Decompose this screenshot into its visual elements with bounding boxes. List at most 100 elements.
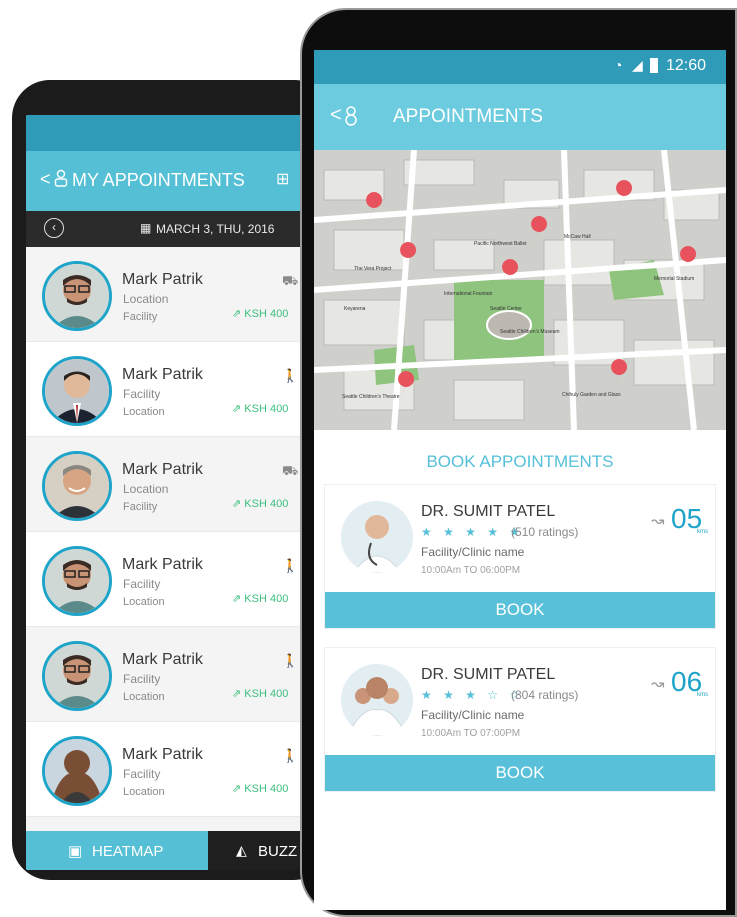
price-label: ⇗ KSH 400 xyxy=(232,498,289,510)
list-item[interactable]: Mark Patrik Facility Location ⇗ KSH 400 … xyxy=(26,722,306,817)
item-line-1: Location xyxy=(123,292,169,306)
map-label: Keyarena xyxy=(344,306,366,312)
bottom-tab-bar: ▣ HEATMAP ◭ BUZZ xyxy=(26,831,306,870)
price-value: KSH 400 xyxy=(244,498,289,510)
price-label: ⇗ KSH 400 xyxy=(232,403,289,415)
map-label: Seattle Center xyxy=(490,306,522,312)
route-icon: ↝ xyxy=(651,513,665,530)
avatar xyxy=(42,356,112,426)
wifi-icon: ◔ xyxy=(614,57,623,73)
price-value: KSH 400 xyxy=(244,593,289,605)
price-label: ⇗ KSH 400 xyxy=(232,308,289,320)
book-button[interactable]: BOOK xyxy=(325,755,715,791)
status-bar: ◔ ◢ 12:60 xyxy=(314,50,726,84)
price-label: ⇗ KSH 400 xyxy=(232,783,289,795)
item-line-1: Facility xyxy=(123,577,161,591)
rating-count: (804 ratings) xyxy=(511,688,579,702)
back-icon[interactable]: < xyxy=(330,104,342,127)
distance-unit: kms xyxy=(697,692,708,698)
map-label: The Vera Project xyxy=(354,266,392,272)
rating-count: (510 ratings) xyxy=(511,525,579,539)
filter-icon[interactable]: ⊞ xyxy=(276,169,289,189)
app-header: < MY APPOINTMENTS ⊞ xyxy=(26,151,306,211)
map-label: Seattle Children's Theatre xyxy=(342,394,400,400)
facility-name: Facility/Clinic name xyxy=(421,545,525,559)
app-header: < APPOINTMENTS xyxy=(314,84,726,150)
price-label: ⇗ KSH 400 xyxy=(232,593,289,605)
person-name: Mark Patrik xyxy=(122,366,203,383)
list-item[interactable]: Mark Patrik Location Facility ⇗ KSH 400 … xyxy=(26,247,306,342)
person-name: Mark Patrik xyxy=(122,556,203,573)
avatar xyxy=(42,641,112,711)
list-item[interactable]: Mark Patrik Location Facility ⇗ KSH 400 … xyxy=(26,437,306,532)
item-line-2: Location xyxy=(123,786,165,798)
date-bar: ‹ ▦ MARCH 3, THU, 2016 xyxy=(26,211,306,247)
timing: 10:00Am TO 07:00PM xyxy=(421,728,521,739)
car-icon: ⛟ xyxy=(282,463,299,478)
list-item[interactable]: Mark Patrik Facility Location ⇗ KSH 400 … xyxy=(26,627,306,722)
person-name: Mark Patrik xyxy=(122,271,203,288)
item-line-2: Facility xyxy=(123,311,158,323)
tab-label: HEATMAP xyxy=(92,843,164,860)
list-item[interactable]: Mark Patrik Facility Location ⇗ KSH 400 … xyxy=(26,532,306,627)
tab-label: BUZZ xyxy=(258,843,298,860)
walk-icon: 🚶 xyxy=(282,748,299,763)
item-line-1: Facility xyxy=(123,672,161,686)
car-icon: ⛟ xyxy=(282,273,299,288)
item-line-1: Location xyxy=(123,482,169,496)
map-label: McCaw Hall xyxy=(564,234,591,240)
map-view[interactable]: Seattle Center Seattle Children's Museum… xyxy=(314,150,726,430)
avatar xyxy=(42,261,112,331)
map-icon: ▣ xyxy=(68,843,83,860)
walk-icon: 🚶 xyxy=(282,558,299,573)
price-label: ⇗ KSH 400 xyxy=(232,688,289,700)
person-name: Mark Patrik xyxy=(122,461,203,478)
price-value: KSH 400 xyxy=(244,783,289,795)
avatar xyxy=(42,451,112,521)
rating-stars: ★ ★ ★ ☆ ☆ xyxy=(421,688,525,702)
item-line-1: Facility xyxy=(123,767,161,781)
user-icon xyxy=(344,106,358,126)
doctor-avatar xyxy=(341,664,413,736)
date-label: MARCH 3, THU, 2016 xyxy=(156,222,275,236)
book-button[interactable]: BOOK xyxy=(325,592,715,628)
map-label: International Fountain xyxy=(444,291,493,297)
back-phone-screen: < MY APPOINTMENTS ⊞ ‹ ▦ MARCH 3, THU, 20… xyxy=(26,115,306,870)
clock: 12:60 xyxy=(666,57,707,74)
battery-icon xyxy=(650,58,658,73)
facility-name: Facility/Clinic name xyxy=(421,708,525,722)
person-name: Mark Patrik xyxy=(122,746,203,763)
signal-icon: ◢ xyxy=(632,57,643,73)
doctor-card: DR. SUMIT PATEL ★ ★ ★ ☆ ☆ (804 ratings) … xyxy=(324,647,716,792)
avatar xyxy=(42,546,112,616)
walk-icon: 🚶 xyxy=(282,653,299,668)
price-value: KSH 400 xyxy=(244,403,289,415)
item-line-2: Location xyxy=(123,406,165,418)
page-title: APPOINTMENTS xyxy=(393,106,543,127)
front-phone-screen: ◔ ◢ 12:60 < APPOINTMENTS Seattle Center … xyxy=(314,50,726,910)
item-line-2: Facility xyxy=(123,501,158,513)
distance-unit: kms xyxy=(697,529,708,535)
user-icon xyxy=(54,169,68,187)
megaphone-icon: ◭ xyxy=(236,842,247,858)
item-line-2: Location xyxy=(123,596,165,608)
tab-buzz[interactable]: ◭ BUZZ xyxy=(208,831,306,870)
doctor-card: DR. SUMIT PATEL ★ ★ ★ ★ ★ (510 ratings) … xyxy=(324,484,716,629)
route-icon: ↝ xyxy=(651,676,665,693)
map-label: Pacific Northwest Ballet xyxy=(474,241,527,247)
tab-heatmap[interactable]: ▣ HEATMAP xyxy=(26,831,208,870)
back-icon[interactable]: < xyxy=(40,169,51,190)
person-name: Mark Patrik xyxy=(122,651,203,668)
price-value: KSH 400 xyxy=(244,688,289,700)
status-bar xyxy=(26,115,306,151)
page-title: MY APPOINTMENTS xyxy=(72,170,245,190)
doctor-name: DR. SUMIT PATEL xyxy=(421,503,556,520)
rating-stars: ★ ★ ★ ★ ★ xyxy=(421,525,525,539)
map-label: Memorial Stadium xyxy=(654,276,694,282)
walk-icon: 🚶 xyxy=(282,368,299,383)
calendar-icon: ▦ xyxy=(140,221,152,235)
map-label: Chihuly Garden and Glass xyxy=(562,392,621,398)
doctor-avatar xyxy=(341,501,413,573)
list-item[interactable]: Mark Patrik Facility Location ⇗ KSH 400 … xyxy=(26,342,306,437)
prev-date-button[interactable]: ‹ xyxy=(44,218,64,238)
